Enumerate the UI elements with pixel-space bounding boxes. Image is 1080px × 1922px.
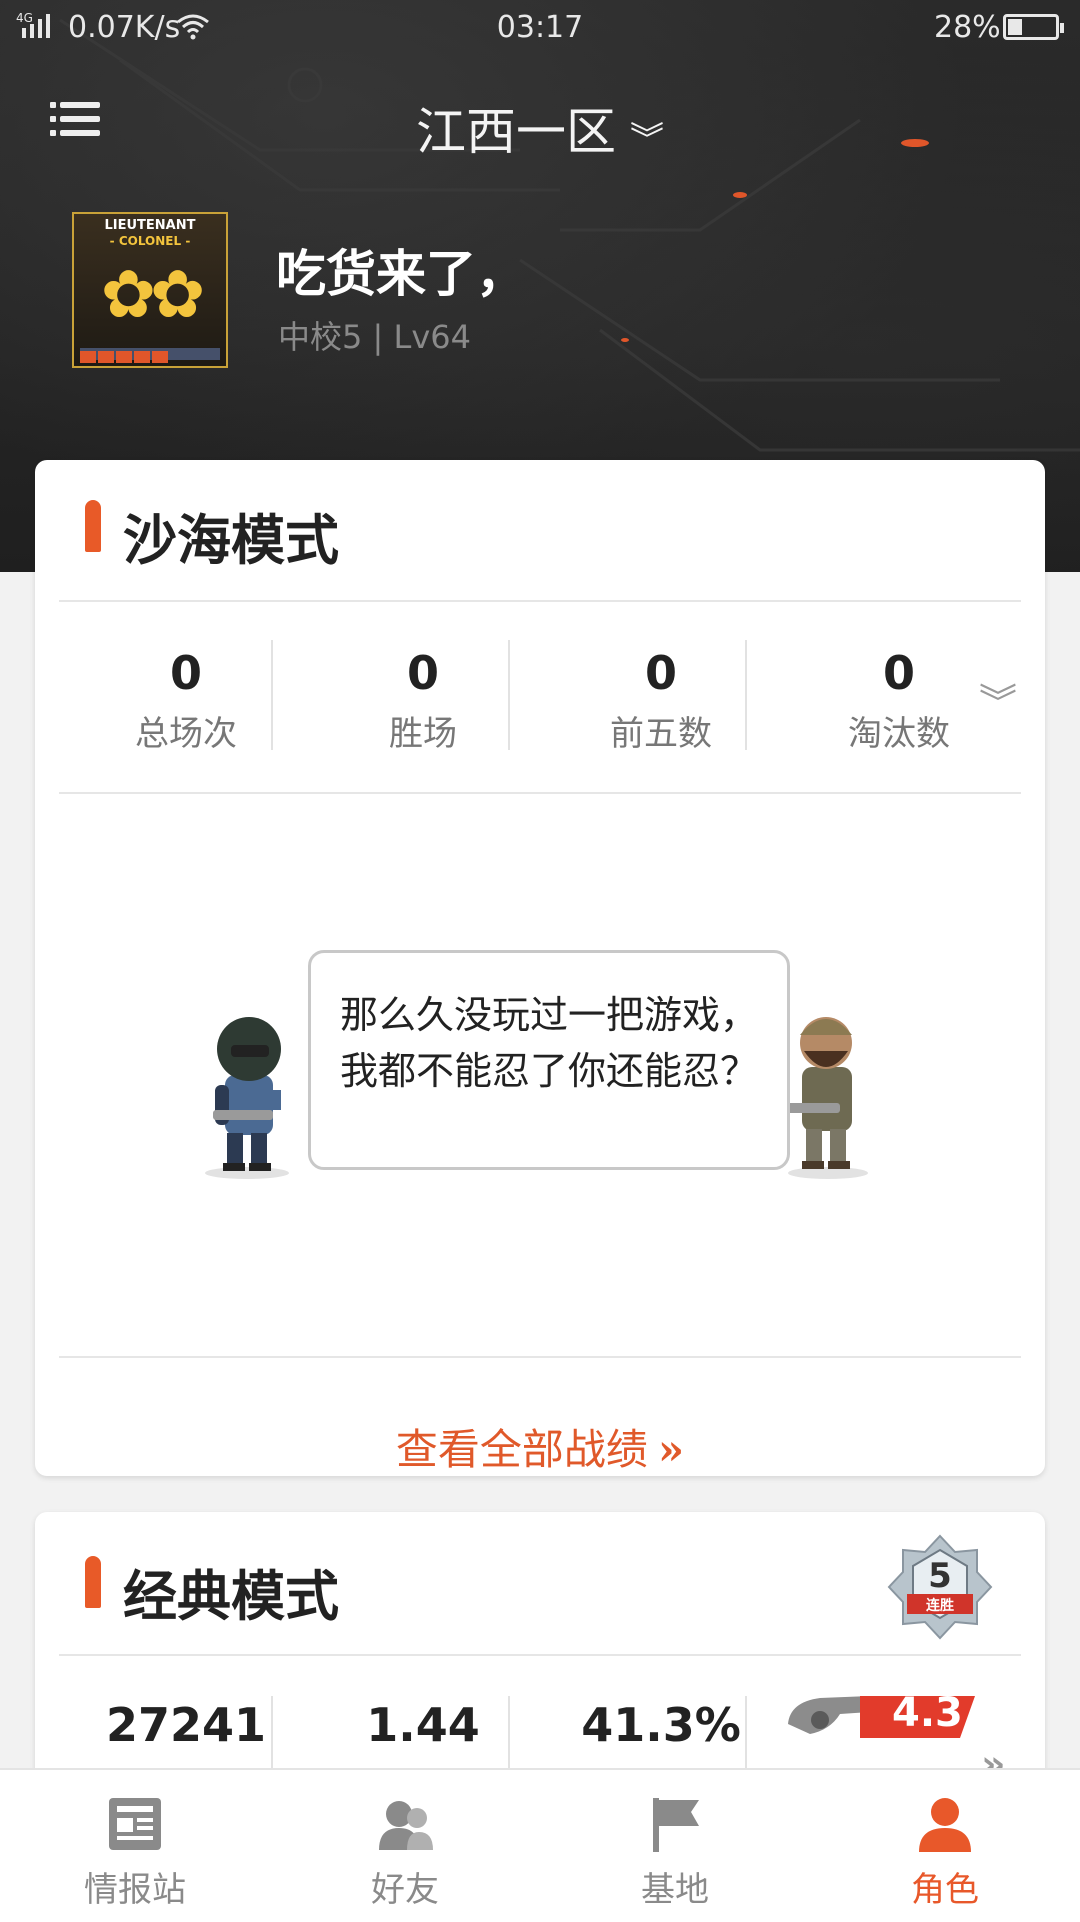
stat-kd: 1.44: [305, 1698, 541, 1752]
classic-mode-title: 经典模式: [123, 1564, 339, 1628]
tab-label: 好友: [371, 1870, 439, 1910]
rank-badge-icon[interactable]: LIEUTENANT - COLONEL - ✿✿: [72, 212, 228, 368]
rank-stars-icon: ✿✿: [100, 256, 206, 333]
tab-label: 情报站: [84, 1870, 186, 1910]
server-name: 江西一区: [416, 103, 616, 161]
player-name: 吃货来了，: [276, 244, 526, 303]
stat-value: 1.44: [366, 1698, 480, 1752]
chevron-down-icon: ︾: [630, 119, 664, 160]
stat-total-matches: 27241: [68, 1698, 304, 1752]
streak-label: 连胜: [926, 1598, 954, 1614]
friends-icon: [379, 1801, 433, 1850]
stat-value: 27241: [105, 1698, 267, 1752]
tab-character[interactable]: 角色: [810, 1770, 1080, 1922]
stat-value: 41.3%: [581, 1698, 741, 1752]
weapon-badge: 4.3: [780, 1684, 980, 1740]
weapon-badge-value: 4.3: [892, 1690, 963, 1736]
news-icon: [109, 1798, 161, 1850]
status-bar: 4G 0.07K/s 03:17 28%: [0, 0, 1080, 56]
view-all-label: 查看全部战绩: [395, 1425, 648, 1474]
badge-rank-line2: - COLONEL -: [109, 234, 191, 248]
tab-label: 基地: [641, 1870, 709, 1910]
double-chevron-right-icon: »: [657, 1425, 685, 1474]
tab-label: 角色: [911, 1870, 979, 1910]
battery-percent: 28%: [934, 10, 1001, 45]
server-selector[interactable]: 江西一区 ︾: [0, 92, 1080, 164]
sand-mode-card: 沙海模式 0 总场次 0 胜场 0 前五数 0 淘汰数 ︾ 那么久没玩过一把游戏…: [35, 460, 1045, 1476]
rank-progress: [80, 348, 220, 363]
divider: [59, 1654, 1021, 1656]
person-icon: [919, 1798, 971, 1852]
view-all-records-link[interactable]: 查看全部战绩»: [0, 1416, 1080, 1477]
player-rank-level: 中校5 | Lv64: [278, 318, 471, 356]
stat-win-rate: 41.3%: [543, 1698, 779, 1752]
divider: [59, 1356, 1021, 1358]
empty-message-bubble: 那么久没玩过一把游戏，我都不能忍了你还能忍？: [308, 950, 790, 1170]
flag-icon: [653, 1798, 699, 1852]
battery-icon: [1003, 14, 1064, 40]
empty-message-text: 那么久没玩过一把游戏，我都不能忍了你还能忍？: [339, 993, 758, 1093]
bottom-tab-bar: 情报站 好友 基地 角色: [0, 1768, 1080, 1922]
badge-rank-line1: LIEUTENANT: [104, 218, 196, 233]
clock: 03:17: [496, 10, 584, 45]
tab-friends[interactable]: 好友: [270, 1770, 540, 1922]
bullet-icon: [85, 1556, 101, 1608]
tab-news[interactable]: 情报站: [0, 1770, 270, 1922]
win-streak-badge-icon: 5 连胜: [885, 1532, 995, 1642]
tab-base[interactable]: 基地: [540, 1770, 810, 1922]
streak-number: 5: [928, 1556, 952, 1596]
